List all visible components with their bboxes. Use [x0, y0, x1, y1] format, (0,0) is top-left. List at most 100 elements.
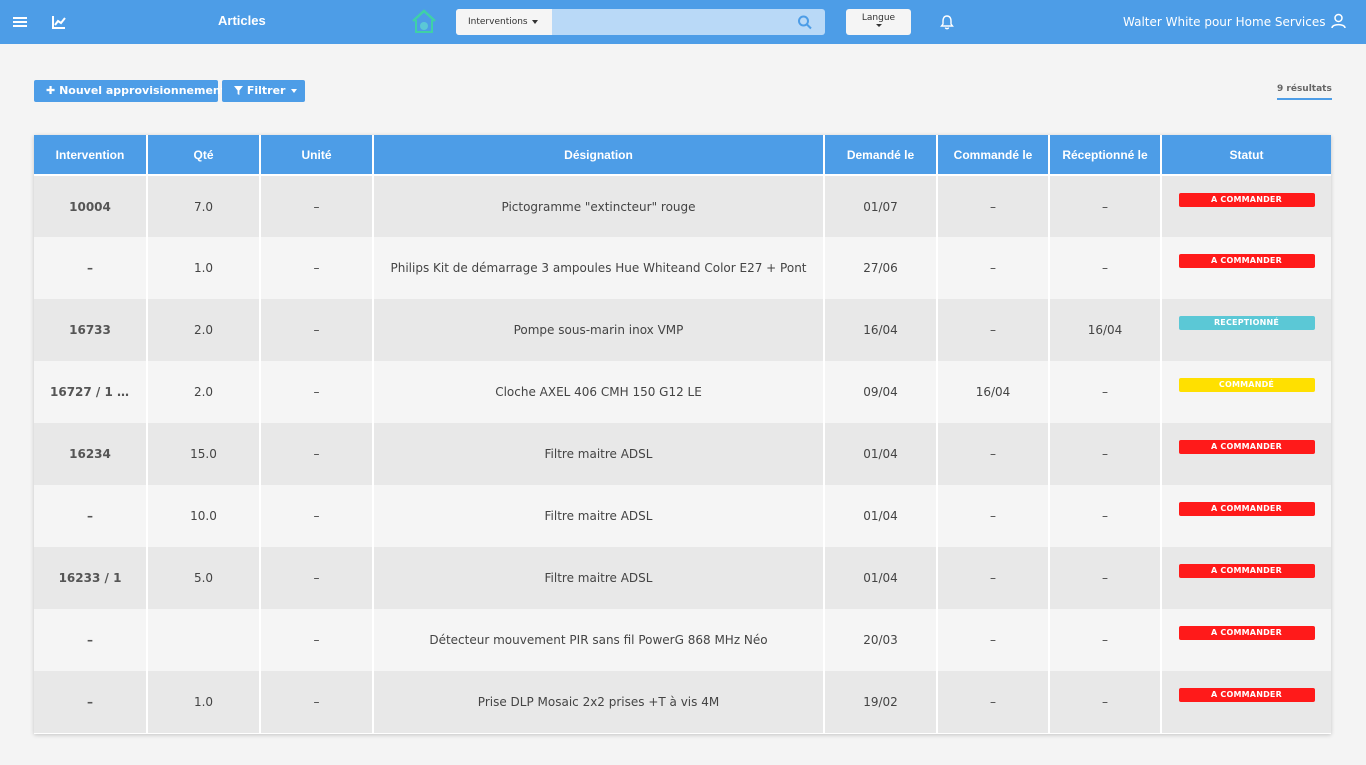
- cell-received-date: 16/04: [1049, 299, 1162, 361]
- page-title: Articles: [218, 13, 266, 28]
- cell-ordered-date: –: [937, 547, 1050, 609]
- cell-designation: Filtre maitre ADSL: [373, 547, 825, 609]
- menu-icon[interactable]: [12, 14, 28, 30]
- cell-received-date: –: [1049, 423, 1162, 485]
- new-supply-button[interactable]: ✚ Nouvel approvisionnement: [34, 80, 226, 102]
- cell-received-date: –: [1049, 671, 1162, 733]
- cell-received-date: –: [1049, 609, 1162, 671]
- caret-down-icon: [531, 19, 538, 24]
- search-type-label: Interventions: [468, 17, 528, 27]
- status-badge: RECEPTIONNÉ: [1178, 316, 1315, 330]
- column-header[interactable]: Commandé le: [937, 135, 1050, 176]
- cell-requested-date: 09/04: [824, 361, 938, 423]
- status-badge: A COMMANDER: [1178, 564, 1315, 578]
- cell-quantity: 5.0: [147, 547, 261, 609]
- filter-button[interactable]: Filtrer: [222, 80, 305, 102]
- table-row[interactable]: 16233 / 1 5.0– Filtre maitre ADSL 01/04– – A …: [34, 547, 1331, 609]
- cell-status: A COMMANDER: [1161, 485, 1331, 547]
- cell-received-date: –: [1049, 175, 1162, 237]
- cell-status: COMMANDÉ: [1161, 361, 1331, 423]
- cell-intervention: –: [34, 485, 148, 547]
- cell-designation: Pompe sous-marin inox VMP: [373, 299, 825, 361]
- cell-unit: –: [260, 671, 374, 733]
- cell-ordered-date: –: [937, 485, 1050, 547]
- results-count[interactable]: 9 résultats: [1277, 84, 1332, 100]
- column-header[interactable]: Qté: [147, 135, 261, 176]
- caret-down-icon: [291, 89, 298, 93]
- chart-icon[interactable]: [51, 14, 67, 30]
- user-name[interactable]: Walter White pour Home Services: [1123, 15, 1326, 29]
- table-row[interactable]: – – Détecteur mouvement PIR sans fil Power…: [34, 609, 1331, 671]
- cell-requested-date: 20/03: [824, 609, 938, 671]
- status-badge: A COMMANDER: [1178, 254, 1315, 268]
- filter-label: Filtrer: [246, 84, 286, 97]
- filter-icon: [234, 86, 243, 95]
- cell-requested-date: 01/04: [824, 547, 938, 609]
- cell-designation: Filtre maitre ADSL: [373, 485, 825, 547]
- cell-intervention: 16234: [34, 423, 148, 485]
- cell-status: RECEPTIONNÉ: [1161, 299, 1331, 361]
- cell-unit: –: [260, 423, 374, 485]
- cell-quantity: 1.0: [147, 671, 261, 733]
- search-type-select[interactable]: Interventions: [456, 9, 552, 35]
- search-bar: Interventions: [456, 9, 825, 35]
- cell-status: A COMMANDER: [1161, 175, 1331, 237]
- table-row[interactable]: –1.0– Prise DLP Mosaic 2x2 prises +T à vi…: [34, 671, 1331, 733]
- table-row[interactable]: 16727 / 1 / 1 2.0– Cloche AXEL 406 CMH 150…: [34, 361, 1331, 423]
- table-row[interactable]: 10004 7.0– Pictogramme "extincteur" rouge 0…: [34, 175, 1331, 237]
- cell-unit: –: [260, 609, 374, 671]
- language-label: Langue: [861, 13, 896, 23]
- language-button[interactable]: Langue: [846, 9, 911, 35]
- cell-ordered-date: –: [937, 299, 1050, 361]
- table-row[interactable]: 16234 15.0– Filtre maitre ADSL 01/04– – A COM…: [34, 423, 1331, 485]
- column-header[interactable]: Demandé le: [824, 135, 938, 176]
- cell-quantity: 2.0: [147, 299, 261, 361]
- cell-unit: –: [260, 361, 374, 423]
- column-header[interactable]: Unité: [260, 135, 374, 176]
- table-row[interactable]: –10.0– Filtre maitre ADSL 01/04– – A COMMAND…: [34, 485, 1331, 547]
- cell-ordered-date: –: [937, 175, 1050, 237]
- cell-designation: Détecteur mouvement PIR sans fil PowerG …: [373, 609, 825, 671]
- cell-quantity: 7.0: [147, 175, 261, 237]
- cell-intervention: 16233 / 1: [34, 547, 148, 609]
- cell-unit: –: [260, 485, 374, 547]
- cell-quantity: 2.0: [147, 361, 261, 423]
- status-badge: A COMMANDER: [1178, 193, 1315, 207]
- cell-intervention: 10004: [34, 175, 148, 237]
- cell-unit: –: [260, 175, 374, 237]
- cell-requested-date: 01/04: [824, 485, 938, 547]
- cell-ordered-date: –: [937, 237, 1050, 299]
- cell-requested-date: 19/02: [824, 671, 938, 733]
- cell-status: A COMMANDER: [1161, 609, 1331, 671]
- cell-status: A COMMANDER: [1161, 237, 1331, 299]
- search-icon[interactable]: [796, 14, 814, 30]
- cell-received-date: –: [1049, 361, 1162, 423]
- cell-designation: Filtre maitre ADSL: [373, 423, 825, 485]
- column-header[interactable]: Statut: [1161, 135, 1331, 176]
- cell-quantity: 15.0: [147, 423, 261, 485]
- column-header[interactable]: Désignation: [373, 135, 825, 176]
- column-header[interactable]: Réceptionné le: [1049, 135, 1162, 176]
- caret-down-icon: [875, 24, 882, 27]
- status-badge: COMMANDÉ: [1178, 378, 1315, 392]
- column-header[interactable]: Intervention: [34, 135, 148, 176]
- cell-unit: –: [260, 547, 374, 609]
- bell-icon[interactable]: [940, 14, 954, 30]
- home-logo-icon: [412, 9, 436, 33]
- cell-requested-date: 01/04: [824, 423, 938, 485]
- cell-intervention: –: [34, 671, 148, 733]
- cell-intervention: 16733: [34, 299, 148, 361]
- status-badge: A COMMANDER: [1178, 688, 1315, 702]
- search-input[interactable]: [552, 9, 795, 35]
- cell-intervention: –: [34, 237, 148, 299]
- cell-status: A COMMANDER: [1161, 547, 1331, 609]
- cell-requested-date: 01/07: [824, 175, 938, 237]
- user-icon[interactable]: [1331, 13, 1346, 29]
- status-badge: A COMMANDER: [1178, 440, 1315, 454]
- table-row[interactable]: –1.0– Philips Kit de démarrage 3 ampoules…: [34, 237, 1331, 299]
- table-row[interactable]: 16733 2.0– Pompe sous-marin inox VMP 16/04–…: [34, 299, 1331, 361]
- cell-ordered-date: –: [937, 609, 1050, 671]
- cell-requested-date: 16/04: [824, 299, 938, 361]
- table-header-row: Intervention Qté Unité Désignation Demandé l…: [34, 135, 1331, 176]
- cell-unit: –: [260, 299, 374, 361]
